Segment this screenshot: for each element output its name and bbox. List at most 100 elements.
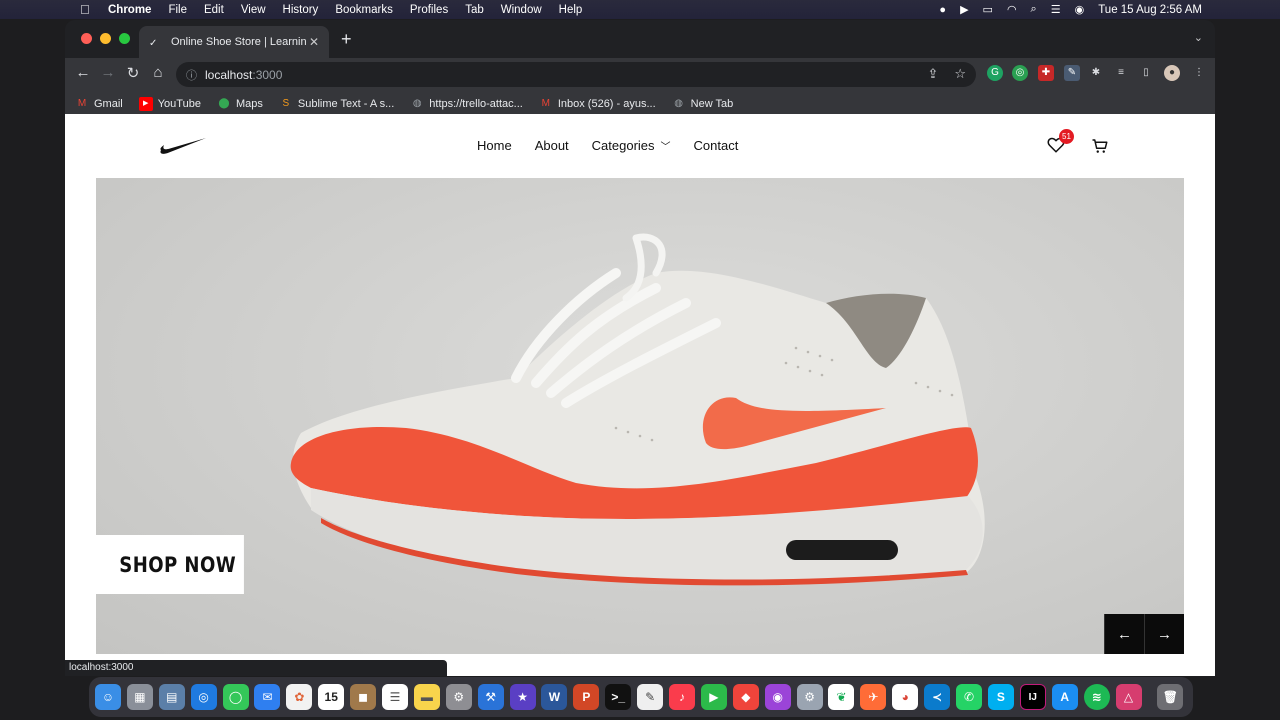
- affinity-icon[interactable]: △: [1115, 684, 1142, 710]
- menu-bookmarks[interactable]: Bookmarks: [335, 4, 393, 16]
- calendar-icon[interactable]: 15: [318, 684, 345, 710]
- home-icon[interactable]: ⌂: [148, 64, 168, 81]
- whatsapp-icon[interactable]: ✆: [956, 684, 983, 710]
- play-icon[interactable]: ▶: [960, 3, 968, 16]
- menu-file[interactable]: File: [168, 4, 187, 16]
- extension-green-icon[interactable]: ◎: [1012, 65, 1028, 81]
- site-info-icon[interactable]: ⓘ: [186, 67, 197, 83]
- settings-icon[interactable]: ⚙: [445, 684, 472, 710]
- system-prefs-icon[interactable]: ⚙: [796, 684, 823, 710]
- textedit-icon[interactable]: ✎: [637, 684, 664, 710]
- address-bar[interactable]: ⓘ localhost:3000 ⇪ ☆: [176, 62, 976, 87]
- bookmark-trello[interactable]: ◍ https://trello-attac...: [410, 97, 523, 111]
- extension-red-icon[interactable]: ✚: [1038, 65, 1054, 81]
- chevron-down-icon: ﹀: [660, 142, 671, 153]
- menu-edit[interactable]: Edit: [204, 4, 224, 16]
- reload-icon[interactable]: ↻: [123, 64, 143, 82]
- menu-history[interactable]: History: [283, 4, 319, 16]
- safari-icon[interactable]: ◎: [190, 684, 217, 710]
- back-arrow-icon[interactable]: ←: [73, 64, 93, 81]
- shop-now-button[interactable]: SHOP NOW: [96, 535, 244, 594]
- menubar-clock[interactable]: Tue 15 Aug 2:56 AM: [1098, 4, 1202, 16]
- new-tab-icon[interactable]: +: [341, 29, 352, 50]
- terminal-icon[interactable]: >_: [605, 684, 632, 710]
- chrome-icon[interactable]: ◕: [892, 684, 919, 710]
- side-panel-icon[interactable]: ▯: [1138, 65, 1154, 81]
- profile-avatar[interactable]: ●: [1164, 65, 1180, 81]
- finder-icon[interactable]: ☺: [95, 684, 121, 710]
- spotlight-icon[interactable]: ⌕: [1031, 3, 1037, 16]
- bookmark-youtube[interactable]: ▶ YouTube: [138, 96, 201, 111]
- word-icon[interactable]: W: [541, 684, 568, 710]
- spotify-icon[interactable]: ≋: [1083, 684, 1110, 710]
- appstore-icon[interactable]: A: [1051, 684, 1078, 710]
- powerpoint-icon[interactable]: P: [573, 684, 600, 710]
- preview-icon[interactable]: ▤: [158, 684, 185, 710]
- skype-icon[interactable]: S: [987, 684, 1014, 710]
- anydesk-icon[interactable]: ◆: [732, 684, 759, 710]
- minimize-window-button[interactable]: [100, 33, 111, 44]
- menu-app-chrome[interactable]: Chrome: [108, 4, 151, 16]
- wishlist-count-badge: 51: [1059, 129, 1074, 144]
- control-center-icon[interactable]: ☰: [1051, 3, 1061, 16]
- slider-next-arrow-icon[interactable]: →: [1144, 614, 1184, 654]
- mail-icon[interactable]: ✉: [254, 684, 281, 710]
- messages-icon[interactable]: ◯: [222, 684, 249, 710]
- menu-profiles[interactable]: Profiles: [410, 4, 448, 16]
- nav-about-link[interactable]: About: [535, 138, 569, 153]
- mongodb-icon[interactable]: ❦: [828, 684, 855, 710]
- bookmark-inbox[interactable]: M Inbox (526) - ayus...: [539, 97, 656, 111]
- reminders-icon[interactable]: ☰: [382, 684, 409, 710]
- nav-contact-link[interactable]: Contact: [694, 138, 739, 153]
- vscode-icon[interactable]: ≺: [924, 684, 951, 710]
- close-window-button[interactable]: [81, 33, 92, 44]
- intellij-icon[interactable]: IJ: [1019, 684, 1046, 710]
- bookmark-star-icon[interactable]: ☆: [954, 66, 966, 82]
- launchpad-icon[interactable]: ▦: [126, 684, 153, 710]
- bookmark-sublime[interactable]: S Sublime Text - A s...: [279, 97, 395, 111]
- menu-tab[interactable]: Tab: [465, 4, 484, 16]
- reading-list-icon[interactable]: ≡: [1113, 65, 1129, 81]
- site-header: Home About Categories ﹀ Contact 51: [65, 114, 1215, 177]
- menu-help[interactable]: Help: [559, 4, 583, 16]
- nav-categories-dropdown[interactable]: Categories ﹀: [592, 138, 671, 153]
- cart-icon[interactable]: [1091, 137, 1109, 155]
- facetime-icon[interactable]: ▶: [700, 684, 727, 710]
- maps-icon: ⬤: [218, 97, 230, 109]
- podcasts-icon[interactable]: ◉: [764, 684, 791, 710]
- extension-pen-icon[interactable]: ✎: [1064, 65, 1080, 81]
- menu-view[interactable]: View: [241, 4, 266, 16]
- close-tab-icon[interactable]: ✕: [307, 35, 321, 49]
- wifi-icon[interactable]: ◠: [1007, 3, 1017, 16]
- imovie-icon[interactable]: ★: [509, 684, 536, 710]
- chrome-menu-icon[interactable]: ⋮: [1191, 65, 1207, 81]
- bookmark-new-tab[interactable]: ◍ New Tab: [672, 97, 733, 111]
- music-icon[interactable]: ♪: [669, 684, 696, 710]
- menu-window[interactable]: Window: [501, 4, 542, 16]
- notes-icon[interactable]: ▬: [413, 684, 440, 710]
- share-icon[interactable]: ⇪: [927, 66, 938, 82]
- postman-icon[interactable]: ✈: [860, 684, 887, 710]
- slider-prev-arrow-icon[interactable]: ←: [1104, 614, 1144, 654]
- zoom-window-button[interactable]: [119, 33, 130, 44]
- xcode-icon[interactable]: ⚒: [477, 684, 504, 710]
- tab-search-chevron-icon[interactable]: ⌄: [1194, 31, 1203, 44]
- battery-icon[interactable]: ▭: [983, 3, 993, 16]
- youtube-icon: ▶: [138, 96, 153, 111]
- nike-swoosh-logo-icon[interactable]: [159, 136, 207, 156]
- forward-arrow-icon[interactable]: →: [98, 64, 118, 81]
- grammarly-extension-icon[interactable]: G: [987, 65, 1003, 81]
- apple-icon[interactable]: : [80, 2, 94, 17]
- bookmark-label: YouTube: [157, 97, 201, 110]
- macos-dock: ☺ ▦ ▤ ◎ ◯ ✉ ✿ 15 ◼ ☰ ▬ ⚙ ⚒ ★ W P >_ ✎ ♪ …: [89, 677, 1193, 717]
- nav-home-link[interactable]: Home: [477, 138, 512, 153]
- photos-icon[interactable]: ✿: [286, 684, 313, 710]
- bookmark-maps[interactable]: ⬤ Maps: [217, 97, 263, 111]
- browser-tab-active[interactable]: ✓ Online Shoe Store | Learning ✕: [139, 26, 329, 58]
- siri-icon[interactable]: ◉: [1075, 3, 1085, 16]
- trash-icon[interactable]: 🗑: [1157, 684, 1184, 710]
- contacts-icon[interactable]: ◼: [350, 684, 377, 710]
- bookmark-gmail[interactable]: M Gmail: [75, 97, 123, 111]
- extensions-puzzle-icon[interactable]: ✱: [1088, 65, 1104, 81]
- record-icon[interactable]: ●: [939, 4, 946, 16]
